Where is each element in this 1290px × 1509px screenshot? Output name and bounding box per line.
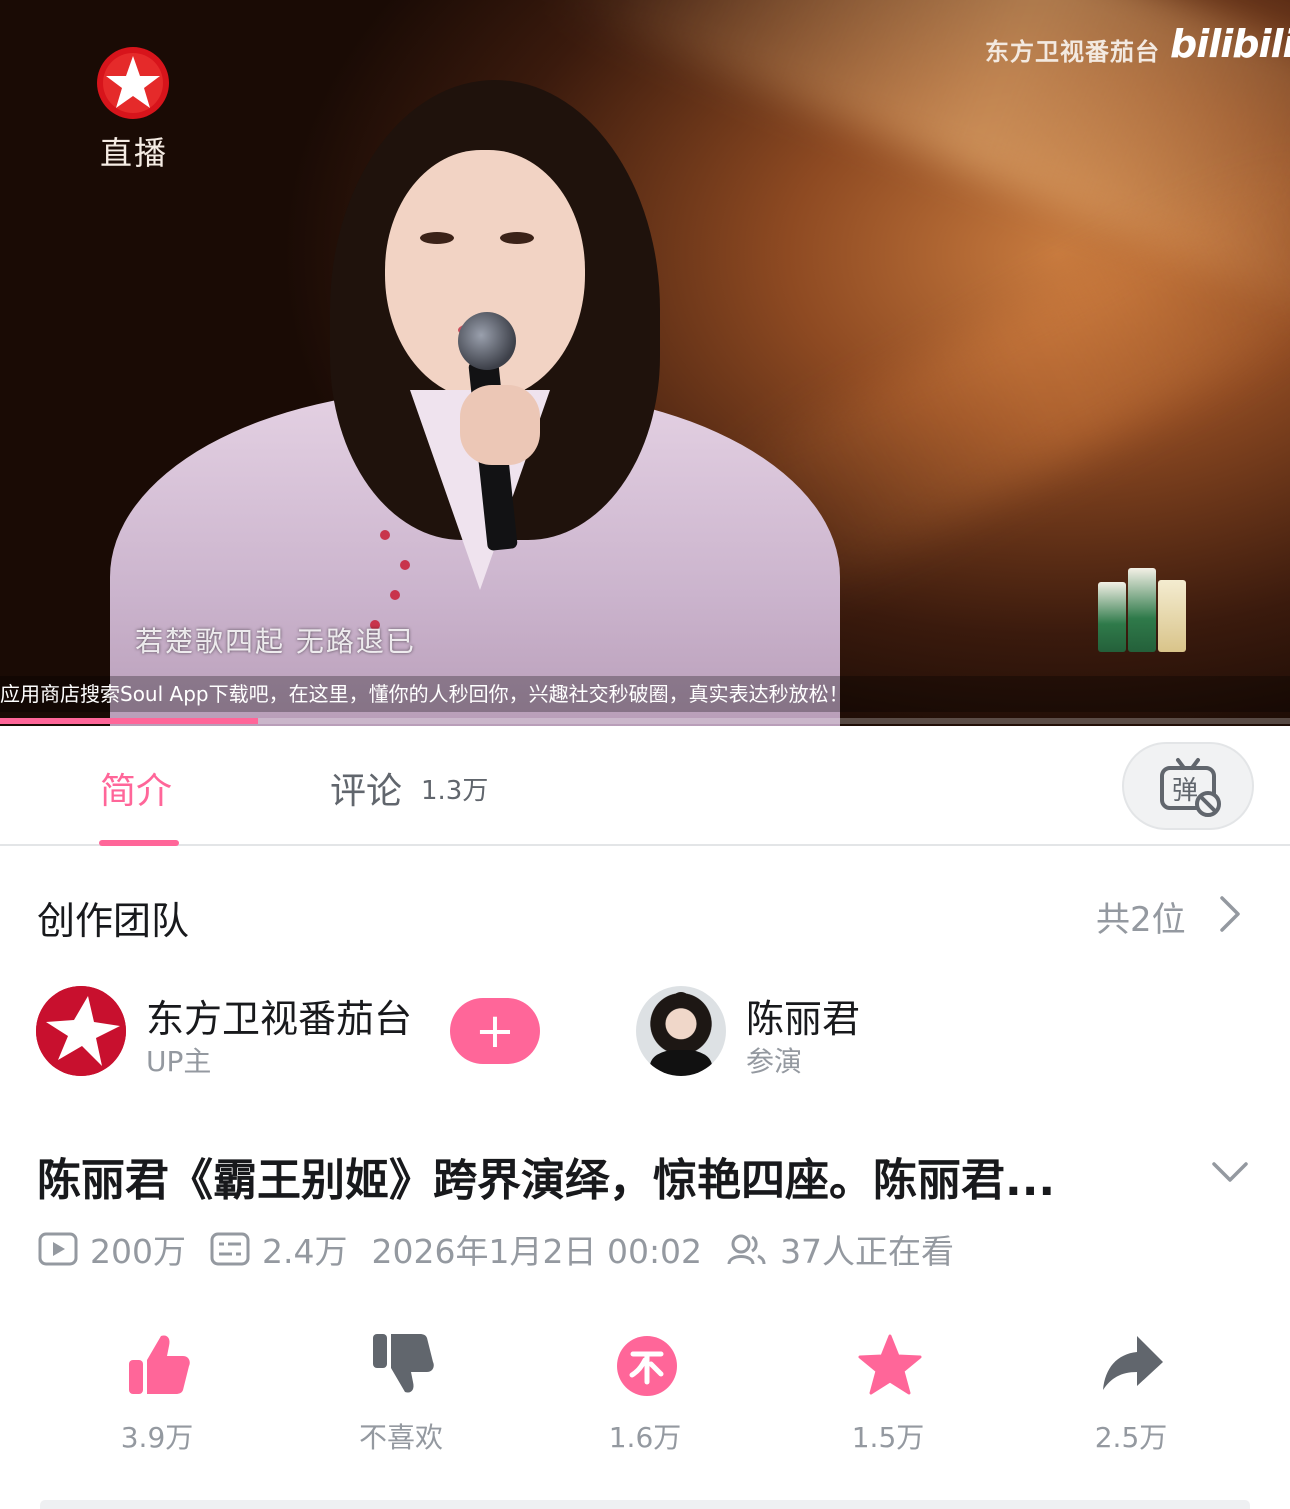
thumbs-down-icon bbox=[373, 1334, 434, 1393]
viewers-icon bbox=[727, 1234, 766, 1265]
danmaku-off-icon: 弹 bbox=[1160, 758, 1221, 817]
live-label: 直播 bbox=[100, 134, 169, 172]
watching-count: 37人正在看 bbox=[780, 1232, 955, 1271]
ad-ticker: 应用商店搜索Soul App下载吧，在这里，懂你的人秒回你，兴趣社交秒破圈，真实… bbox=[0, 676, 1290, 712]
svg-text:弹: 弹 bbox=[1172, 776, 1198, 806]
like-button[interactable]: 3.9万 bbox=[87, 1330, 227, 1460]
dragon-tv-logo-icon bbox=[36, 986, 126, 1076]
creators-section-title: 创作团队 bbox=[37, 899, 190, 943]
up-avatar[interactable] bbox=[36, 986, 126, 1076]
video-subtitle: 若楚歌四起 无路退已 bbox=[135, 625, 416, 658]
coin-icon bbox=[617, 1336, 677, 1396]
creators-count[interactable]: 共2位 bbox=[1096, 892, 1186, 941]
share-arrow-icon bbox=[1103, 1336, 1163, 1390]
up-role: UP主 bbox=[146, 1045, 212, 1078]
video-stats: 200万 2.4万 2026年1月2日 00:02 37人正在看 bbox=[38, 1226, 954, 1272]
comments-count: 1.3万 bbox=[421, 776, 489, 806]
tab-intro[interactable]: 简介 bbox=[100, 762, 172, 814]
star-icon bbox=[858, 1334, 922, 1395]
channel-watermark: 东方卫视番茄台 bbox=[985, 38, 1160, 66]
tab-comments[interactable]: 评论 bbox=[330, 762, 402, 814]
dislike-label: 不喜欢 bbox=[358, 1421, 443, 1454]
video-title[interactable]: 陈丽君《霸王别姬》跨界演绎，惊艳四座。陈丽君... bbox=[37, 1144, 1147, 1208]
danmaku-count-icon bbox=[210, 1232, 250, 1266]
share-count: 2.5万 bbox=[1094, 1421, 1168, 1454]
favorite-count: 1.5万 bbox=[851, 1421, 925, 1454]
sponsor-product-image bbox=[1080, 568, 1200, 652]
share-button[interactable]: 2.5万 bbox=[1061, 1330, 1201, 1460]
playback-progress-bar[interactable] bbox=[0, 718, 1290, 724]
actor-role: 参演 bbox=[746, 1045, 803, 1078]
danmaku-count: 2.4万 bbox=[262, 1232, 348, 1271]
bilibili-logo: bilibili bbox=[1170, 22, 1290, 66]
recommendation-card-edge bbox=[40, 1500, 1250, 1509]
coin-count: 1.6万 bbox=[608, 1421, 682, 1454]
thumbs-up-icon bbox=[129, 1335, 190, 1394]
active-tab-indicator bbox=[99, 840, 179, 846]
danmaku-toggle-button[interactable]: 弹 bbox=[1122, 742, 1254, 830]
video-player[interactable]: 直播 东方卫视番茄台 bilibili 若楚歌四起 无路退已 应用商店搜索Sou… bbox=[0, 0, 1290, 726]
chevron-right-icon[interactable] bbox=[1218, 894, 1242, 934]
favorite-button[interactable]: 1.5万 bbox=[818, 1330, 958, 1460]
actor-name[interactable]: 陈丽君 bbox=[746, 988, 860, 1043]
play-count-icon bbox=[38, 1232, 78, 1266]
dragon-tv-logo-icon bbox=[97, 47, 169, 119]
actor-avatar[interactable] bbox=[636, 986, 726, 1076]
up-name[interactable]: 东方卫视番茄台 bbox=[146, 988, 412, 1043]
follow-button[interactable]: + bbox=[450, 998, 540, 1064]
dislike-button[interactable]: 不喜欢 bbox=[331, 1330, 471, 1460]
plus-icon: + bbox=[474, 1003, 516, 1059]
view-count: 200万 bbox=[90, 1232, 186, 1271]
like-count: 3.9万 bbox=[120, 1421, 194, 1454]
detail-tabs: 简介 评论 1.3万 弹 bbox=[0, 726, 1290, 846]
coin-button[interactable]: 1.6万 bbox=[575, 1330, 715, 1460]
publish-date: 2026年1月2日 00:02 bbox=[371, 1232, 703, 1271]
chevron-down-icon[interactable] bbox=[1210, 1160, 1250, 1186]
playback-progress-fill bbox=[0, 718, 258, 724]
